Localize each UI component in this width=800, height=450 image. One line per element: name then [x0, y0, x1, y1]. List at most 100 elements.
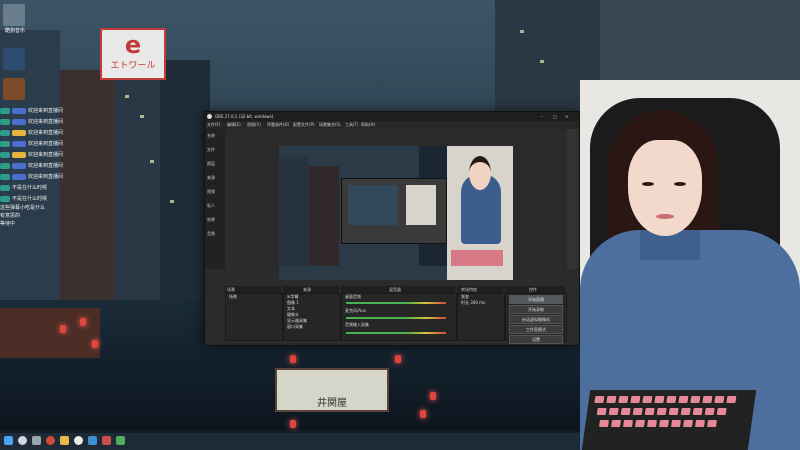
desktop-app-icon[interactable] — [3, 48, 25, 70]
folder-icon[interactable] — [60, 436, 69, 445]
keycap — [599, 420, 609, 427]
app-icon-2[interactable] — [102, 436, 111, 445]
volume-meter — [346, 302, 446, 304]
close-icon[interactable]: × — [565, 114, 568, 120]
controls-dock-header: 控件 — [505, 286, 565, 293]
desktop-app-icon[interactable] — [3, 78, 25, 100]
app-icon[interactable] — [88, 436, 97, 445]
chat-row: 欢迎来到直播间 — [0, 171, 110, 182]
keycap — [704, 408, 715, 415]
app-icon-3[interactable] — [116, 436, 125, 445]
obs-title-bar[interactable]: OBS 27.0.1 (32-bit, windows) – □ × — [205, 112, 579, 121]
window-light — [150, 160, 154, 163]
keycap — [714, 396, 725, 403]
minimize-icon[interactable]: – — [541, 114, 543, 120]
menu-item-profile[interactable]: 配置文件(P) — [293, 122, 315, 128]
keycap — [620, 408, 631, 415]
level-badge — [0, 162, 10, 169]
level-badge — [0, 140, 10, 147]
window-light — [140, 115, 144, 118]
mechanical-keyboard — [581, 390, 757, 450]
keycap — [702, 396, 713, 403]
source-item[interactable]: 窗口采集 — [284, 324, 340, 330]
fan-badge — [12, 140, 26, 147]
eye — [642, 182, 654, 186]
start-streaming-button[interactable]: 开始直播 — [509, 295, 563, 304]
keycap — [632, 408, 643, 415]
side-label: 音频 — [207, 231, 215, 236]
mixer-channel-label: 麦克风/Aux — [345, 308, 366, 313]
keycap — [608, 408, 619, 415]
streamer-face — [628, 140, 702, 236]
scene-item[interactable]: 场景 — [226, 294, 282, 300]
studio-mode-button[interactable]: 工作室模式 — [509, 325, 563, 334]
menu-item-file[interactable]: 文件(F) — [207, 122, 220, 128]
maximize-icon[interactable]: □ — [553, 114, 557, 120]
level-badge — [0, 195, 10, 202]
side-label: 效果 — [207, 217, 215, 222]
chat-text: 欢迎来到直播间 — [28, 163, 64, 169]
window-light — [540, 60, 544, 63]
menu-item-scene-collection[interactable]: 场景集合(S) — [319, 122, 341, 128]
menu-item-view[interactable]: 视图(V) — [247, 122, 261, 128]
sources-dock: ai字幕 图像 1 文本 摄像头 显示器采集 窗口采集 — [283, 293, 341, 341]
keycap — [644, 408, 655, 415]
keycap — [668, 408, 679, 415]
keycap — [690, 396, 701, 403]
transitions-dock: 渐变 时长 300 ms — [457, 293, 505, 341]
menu-item-help[interactable]: 帮助(H) — [361, 122, 375, 128]
eye — [674, 182, 686, 186]
start-recording-button[interactable]: 开始录制 — [509, 305, 563, 314]
chat-row: 欢迎来到直播间 — [0, 105, 110, 116]
obs-window[interactable]: OBS 27.0.1 (32-bit, windows) – □ × 文件(F)… — [204, 111, 580, 346]
level-badge — [0, 184, 10, 191]
webcam-feed — [580, 80, 800, 450]
side-label: 图层 — [207, 161, 215, 166]
transition-duration[interactable]: 时长 300 ms — [458, 300, 504, 306]
search-icon[interactable] — [18, 436, 27, 445]
task-view-icon[interactable] — [32, 436, 41, 445]
preview-building — [279, 156, 309, 266]
chat-line: 有意思的 — [0, 213, 21, 219]
menu-item-docks[interactable]: 停靠部件(D) — [267, 122, 289, 128]
preview-head — [469, 156, 491, 190]
fan-badge — [12, 129, 26, 136]
obs-scrollbar[interactable] — [567, 129, 577, 269]
volume-meter — [346, 317, 446, 319]
browser-icon[interactable] — [46, 436, 55, 445]
mixer-channel-label: 桌面音频 — [345, 294, 361, 299]
sign-logo: e — [124, 31, 142, 59]
keycap — [654, 396, 665, 403]
lantern — [290, 420, 296, 428]
lantern — [430, 392, 436, 400]
settings-button[interactable]: 设置 — [509, 335, 563, 344]
keycap — [596, 408, 607, 415]
level-badge — [0, 151, 10, 158]
keycap — [695, 420, 705, 427]
chat-line: 这些弹幕小吃是什么 — [0, 205, 46, 211]
obs-logo-icon — [207, 114, 212, 119]
chat-row: 欢迎来到直播间 — [0, 116, 110, 127]
chat-row: 欢迎来到直播间 — [0, 127, 110, 138]
building — [160, 60, 210, 300]
windows-start-icon[interactable] — [4, 436, 13, 445]
obs-preview-canvas[interactable] — [279, 146, 513, 280]
desktop-app-icon[interactable] — [3, 4, 25, 26]
fan-badge — [12, 118, 26, 125]
chat-text: 欢迎来到直播间 — [28, 130, 64, 136]
menu-item-edit[interactable]: 编辑(E) — [227, 122, 241, 128]
virtual-camera-button[interactable]: 启动虚拟摄像机 — [509, 315, 563, 324]
preview-building — [309, 166, 339, 266]
lantern — [80, 318, 86, 326]
chat-row: 不是在什么时候 — [0, 193, 110, 204]
menu-item-tools[interactable]: 工具(T) — [345, 122, 359, 128]
keycap — [671, 420, 681, 427]
obs-side-panel: 名称 文件 图层 来源 视频 私人 效果 音频 — [205, 129, 225, 269]
fan-badge — [12, 162, 26, 169]
lantern — [60, 325, 66, 333]
level-badge — [0, 107, 10, 114]
keycap — [635, 420, 645, 427]
keycap — [630, 396, 641, 403]
ferry-boat: 井関屋 — [275, 368, 389, 412]
obs-icon[interactable] — [74, 436, 83, 445]
